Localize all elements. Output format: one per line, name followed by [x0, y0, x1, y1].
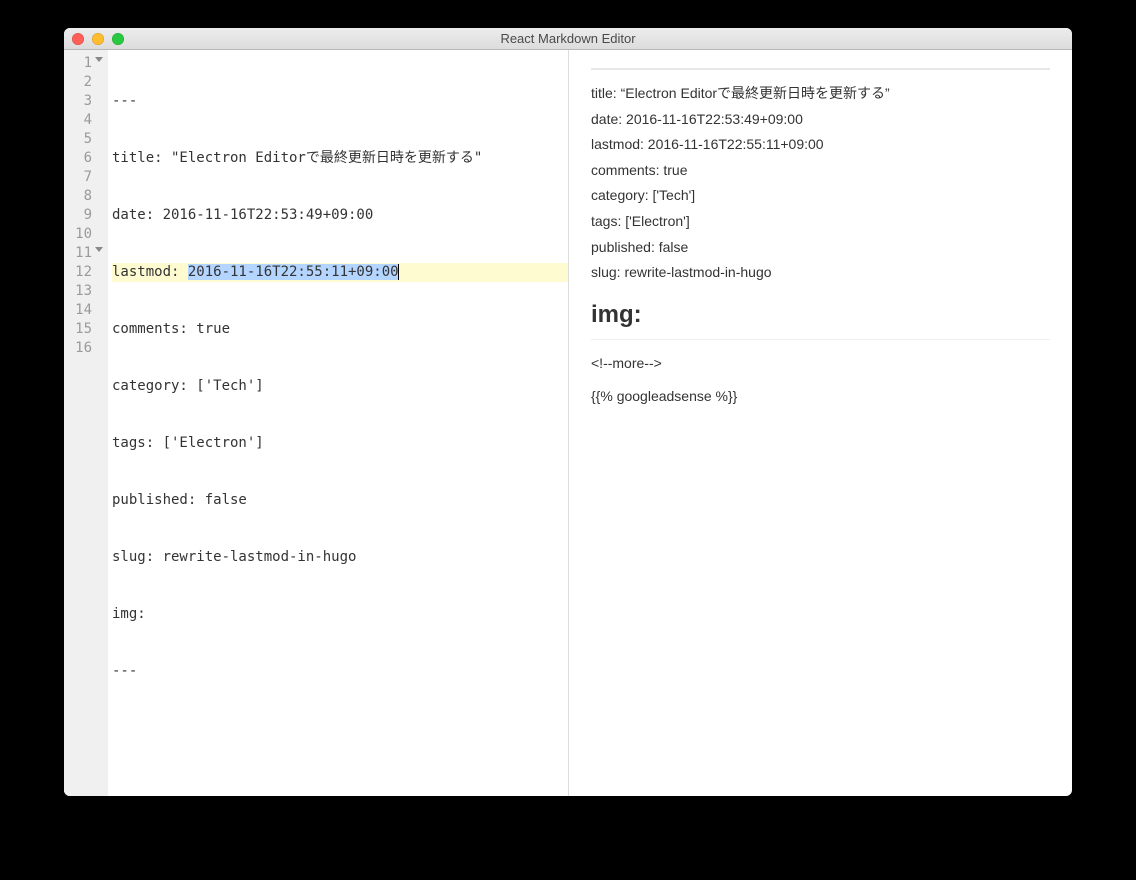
preview-line: lastmod: 2016-11-16T22:55:11+09:00 — [591, 135, 1050, 155]
code-line[interactable]: title: "Electron Editorで最終更新日時を更新する" — [112, 149, 568, 168]
gutter: 1 2 3 4 5 6 7 8 9 10 11 12 13 14 15 16 — [64, 50, 108, 796]
line-number[interactable]: 11 — [64, 244, 102, 263]
code-line[interactable]: --- — [112, 92, 568, 111]
code-line[interactable]: date: 2016-11-16T22:53:49+09:00 — [112, 206, 568, 225]
fold-icon[interactable] — [95, 247, 103, 252]
minimize-icon[interactable] — [92, 33, 104, 45]
line-number[interactable]: 14 — [64, 301, 102, 320]
code-line[interactable]: category: ['Tech'] — [112, 377, 568, 396]
line-number[interactable]: 7 — [64, 168, 102, 187]
traffic-lights — [72, 33, 124, 45]
code-line[interactable] — [112, 776, 568, 795]
line-number[interactable]: 9 — [64, 206, 102, 225]
code-line-active[interactable]: lastmod: 2016-11-16T22:55:11+09:00 — [112, 263, 568, 282]
preview-line: {{% googleadsense %}} — [591, 387, 1050, 407]
preview-heading: img: — [591, 301, 1050, 340]
code-line[interactable]: tags: ['Electron'] — [112, 434, 568, 453]
preview-line: date: 2016-11-16T22:53:49+09:00 — [591, 110, 1050, 130]
line-number[interactable]: 2 — [64, 73, 102, 92]
editor-pane[interactable]: 1 2 3 4 5 6 7 8 9 10 11 12 13 14 15 16 -… — [64, 50, 568, 796]
preview-line: slug: rewrite-lastmod-in-hugo — [591, 263, 1050, 283]
app-window: React Markdown Editor 1 2 3 4 5 6 7 8 9 … — [64, 28, 1072, 796]
preview-pane: title: “Electron Editorで最終更新日時を更新する” dat… — [568, 50, 1072, 796]
code-line[interactable]: --- — [112, 662, 568, 681]
code-line[interactable]: comments: true — [112, 320, 568, 339]
titlebar[interactable]: React Markdown Editor — [64, 28, 1072, 50]
preview-line: category: ['Tech'] — [591, 186, 1050, 206]
code-line[interactable]: img: — [112, 605, 568, 624]
line-number[interactable]: 3 — [64, 92, 102, 111]
line-number[interactable]: 8 — [64, 187, 102, 206]
window-title: React Markdown Editor — [64, 31, 1072, 46]
line-number[interactable]: 6 — [64, 149, 102, 168]
line-number[interactable]: 13 — [64, 282, 102, 301]
code-line[interactable]: slug: rewrite-lastmod-in-hugo — [112, 548, 568, 567]
line-number[interactable]: 5 — [64, 130, 102, 149]
line-number[interactable]: 10 — [64, 225, 102, 244]
code-line[interactable]: published: false — [112, 491, 568, 510]
fold-icon[interactable] — [95, 57, 103, 62]
content-area: 1 2 3 4 5 6 7 8 9 10 11 12 13 14 15 16 -… — [64, 50, 1072, 796]
line-number[interactable]: 1 — [64, 54, 102, 73]
preview-rule — [591, 68, 1050, 70]
line-number[interactable]: 4 — [64, 111, 102, 130]
line-number[interactable]: 15 — [64, 320, 102, 339]
code-area[interactable]: --- title: "Electron Editorで最終更新日時を更新する"… — [108, 50, 568, 796]
zoom-icon[interactable] — [112, 33, 124, 45]
cursor-icon — [398, 264, 400, 280]
line-number[interactable]: 16 — [64, 339, 102, 358]
selection[interactable]: 2016-11-16T22:55:11+09:00 — [188, 264, 399, 280]
preview-line: published: false — [591, 238, 1050, 258]
line-number[interactable]: 12 — [64, 263, 102, 282]
code-line[interactable] — [112, 719, 568, 738]
close-icon[interactable] — [72, 33, 84, 45]
preview-line: title: “Electron Editorで最終更新日時を更新する” — [591, 84, 1050, 104]
code-text: lastmod: — [112, 264, 188, 280]
preview-line: tags: ['Electron'] — [591, 212, 1050, 232]
preview-line: <!--more--> — [591, 354, 1050, 374]
preview-line: comments: true — [591, 161, 1050, 181]
